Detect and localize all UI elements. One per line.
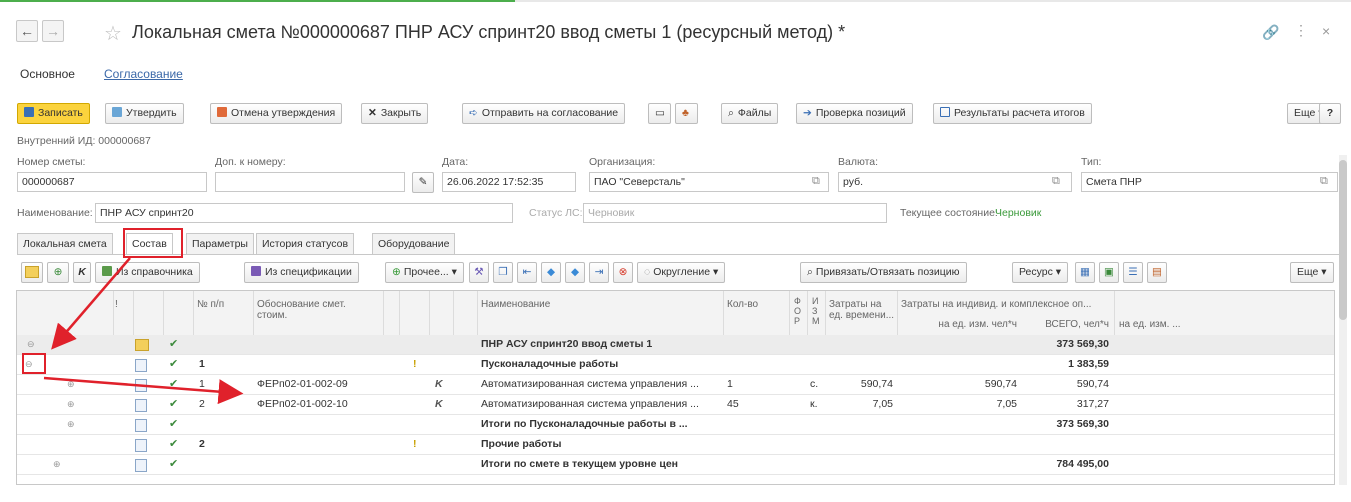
annotation-arrows xyxy=(43,257,244,405)
annotation-arrow xyxy=(43,376,244,405)
annotation-arrow xyxy=(51,257,131,350)
